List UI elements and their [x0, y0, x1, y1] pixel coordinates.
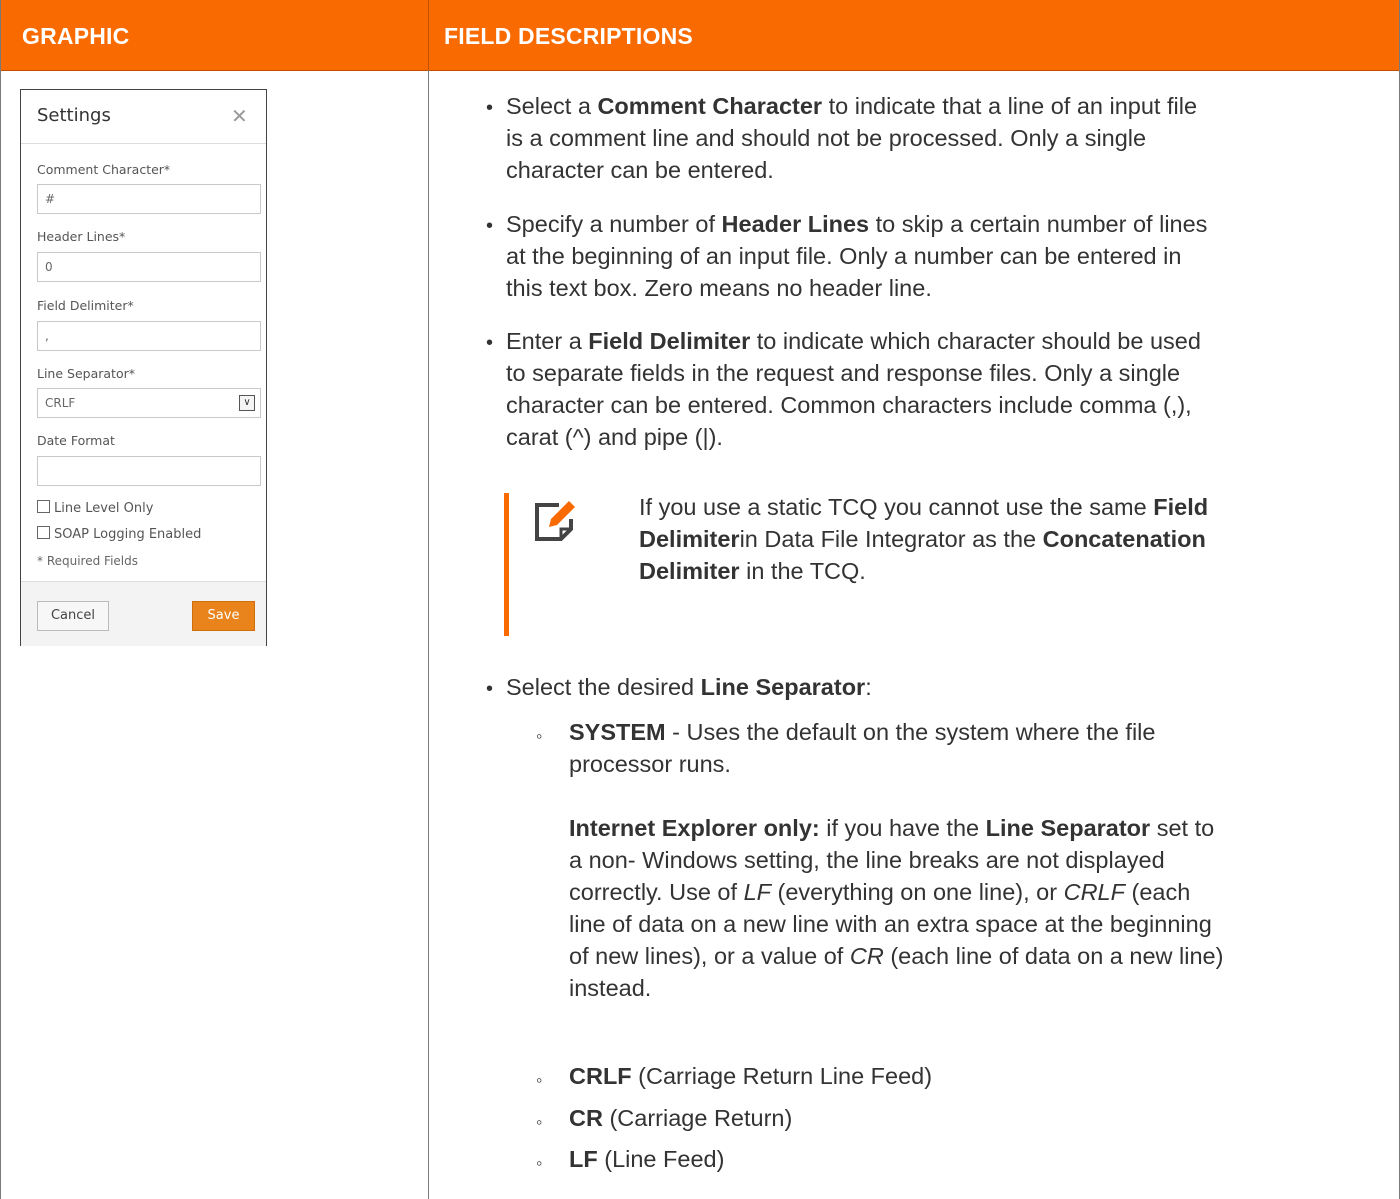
bullet-icon: • [486, 215, 494, 237]
sub-bullet-icon: ◦ [536, 1070, 543, 1090]
required-fields-note: * Required Fields [37, 554, 138, 568]
note-pencil-icon [535, 501, 575, 541]
comment-character-input[interactable]: # [37, 184, 261, 214]
header-lines-description: Specify a number of Header Lines to skip… [506, 211, 1208, 301]
note-accent-bar [504, 493, 509, 636]
field-delimiter-input[interactable]: , [37, 321, 261, 351]
line-separator-select[interactable]: CRLF ∨ [37, 388, 261, 418]
line-level-only-checkbox[interactable]: Line Level Only [37, 500, 153, 516]
internet-explorer-note: Internet Explorer only: if you have the … [569, 815, 1224, 1001]
header-lines-input[interactable]: 0 [37, 252, 261, 282]
comment-character-label: Comment Character* [37, 162, 171, 177]
dialog-title: Settings [37, 105, 111, 126]
table-header-row: GRAPHIC FIELD DESCRIPTIONS [1, 0, 1399, 71]
settings-dialog: Settings ✕ Comment Character* # Header L… [20, 89, 267, 646]
checkbox-icon [37, 500, 50, 513]
lf-option: LF (Line Feed) [569, 1146, 725, 1172]
sub-bullet-icon: ◦ [536, 1153, 543, 1173]
dialog-footer: Cancel Save [21, 581, 266, 646]
date-format-input[interactable] [37, 456, 261, 486]
bullet-icon: • [486, 678, 494, 700]
bullet-icon: • [486, 97, 494, 119]
note-text: If you use a static TCQ you cannot use t… [639, 494, 1209, 584]
bullet-icon: • [486, 332, 494, 354]
save-button[interactable]: Save [192, 601, 255, 631]
cancel-button[interactable]: Cancel [37, 601, 109, 631]
line-separator-label: Line Separator* [37, 366, 135, 381]
line-separator-value: CRLF [45, 396, 76, 410]
cr-option: CR (Carriage Return) [569, 1105, 793, 1131]
line-separator-description: Select the desired Line Separator: [506, 674, 872, 700]
date-format-label: Date Format [37, 433, 115, 448]
header-lines-label: Header Lines* [37, 229, 126, 244]
header-divider [428, 0, 429, 70]
close-icon[interactable]: ✕ [231, 104, 248, 128]
sub-bullet-icon: ◦ [536, 726, 543, 746]
field-delimiter-label: Field Delimiter* [37, 298, 134, 313]
comment-character-term: Comment Character [597, 93, 823, 119]
header-field-descriptions: FIELD DESCRIPTIONS [444, 23, 693, 49]
comment-character-description: Select a Comment Character to indicate t… [506, 93, 1198, 183]
crlf-option: CRLF (Carriage Return Line Feed) [569, 1063, 933, 1089]
field-delimiter-term: Field Delimiter [588, 328, 751, 354]
system-option: SYSTEM - Uses the default on the system … [569, 719, 1156, 777]
field-delimiter-description: Enter a Field Delimiter to indicate whic… [506, 328, 1201, 450]
header-lines-term: Header Lines [721, 211, 870, 237]
column-divider [428, 70, 429, 1199]
dialog-title-separator [21, 143, 266, 144]
sub-bullet-icon: ◦ [536, 1112, 543, 1132]
soap-logging-label: SOAP Logging Enabled [54, 527, 202, 542]
soap-logging-checkbox[interactable]: SOAP Logging Enabled [37, 526, 201, 542]
line-separator-term: Line Separator [700, 674, 866, 700]
chevron-down-icon[interactable]: ∨ [239, 395, 255, 411]
line-level-only-label: Line Level Only [54, 501, 154, 516]
header-graphic: GRAPHIC [22, 23, 130, 49]
checkbox-icon [37, 526, 50, 539]
